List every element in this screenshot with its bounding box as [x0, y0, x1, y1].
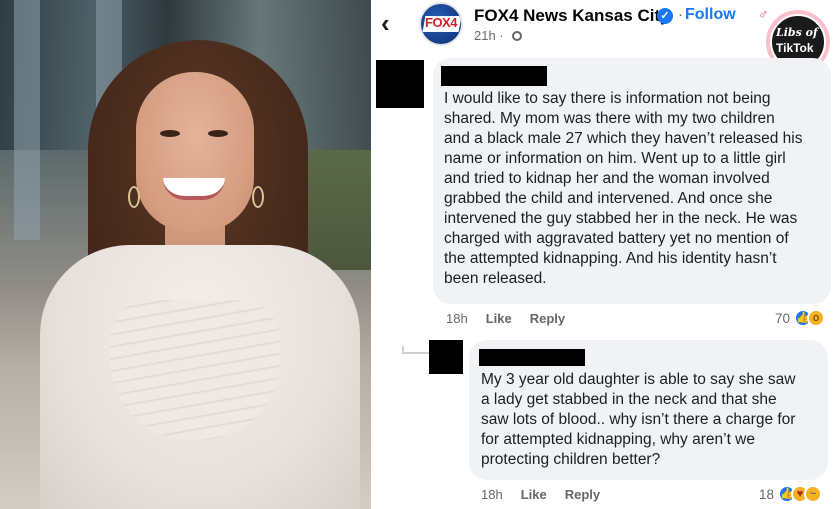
facebook-comments-panel: ‹ FOX4 FOX4 News Kansas City ✓ · Follow … — [371, 0, 840, 509]
eye — [160, 130, 180, 137]
reply-name-redacted[interactable] — [479, 349, 585, 366]
reply-thread-connector — [402, 352, 432, 354]
like-button[interactable]: Like — [486, 311, 512, 326]
commenter-name-redacted[interactable] — [441, 66, 547, 86]
eye — [208, 130, 228, 137]
earring — [252, 186, 264, 208]
comment-actions: 18h Like Reply — [446, 311, 583, 326]
reply-reply-button[interactable]: Reply — [565, 487, 600, 502]
post-time: 21h · — [474, 28, 504, 43]
face — [136, 72, 254, 232]
reply-time: 18h — [481, 487, 503, 502]
comment-time: 18h — [446, 311, 468, 326]
reply-reaction-count: 18 — [759, 486, 775, 502]
earring — [128, 186, 140, 208]
logo-text: FOX4 — [425, 15, 457, 30]
reply-avatar[interactable] — [429, 340, 463, 374]
watermark-line2: TikTok — [776, 41, 814, 55]
privacy-icon — [512, 31, 522, 41]
reply-actions: 18h Like Reply — [481, 487, 618, 502]
reply-reaction-summary[interactable]: 18 👍 ♥ ~ — [759, 485, 823, 503]
profile-photo — [0, 0, 371, 509]
separator-dot: · — [678, 6, 683, 23]
page-name[interactable]: FOX4 News Kansas City — [474, 6, 670, 26]
reply-like-button[interactable]: Like — [521, 487, 547, 502]
reply-button[interactable]: Reply — [530, 311, 565, 326]
wow-icon: o — [807, 309, 826, 327]
reply-text: My 3 year old daughter is able to say sh… — [481, 371, 796, 468]
comment-text: I would like to say there is information… — [444, 90, 803, 287]
commenter-avatar[interactable] — [376, 60, 424, 108]
background-pillar — [14, 0, 40, 240]
watermark-line1: Libs of — [776, 26, 818, 39]
reaction-count: 70 — [775, 310, 791, 326]
verified-badge-icon: ✓ — [657, 8, 673, 24]
male-symbol-icon: ♂ — [758, 6, 769, 22]
reaction-summary[interactable]: 70 👍 o — [775, 309, 826, 327]
page-avatar[interactable]: FOX4 — [419, 2, 463, 46]
follow-button[interactable]: Follow — [685, 6, 736, 24]
sad-icon: ~ — [804, 485, 823, 503]
back-arrow-icon[interactable]: ‹ — [381, 8, 390, 39]
